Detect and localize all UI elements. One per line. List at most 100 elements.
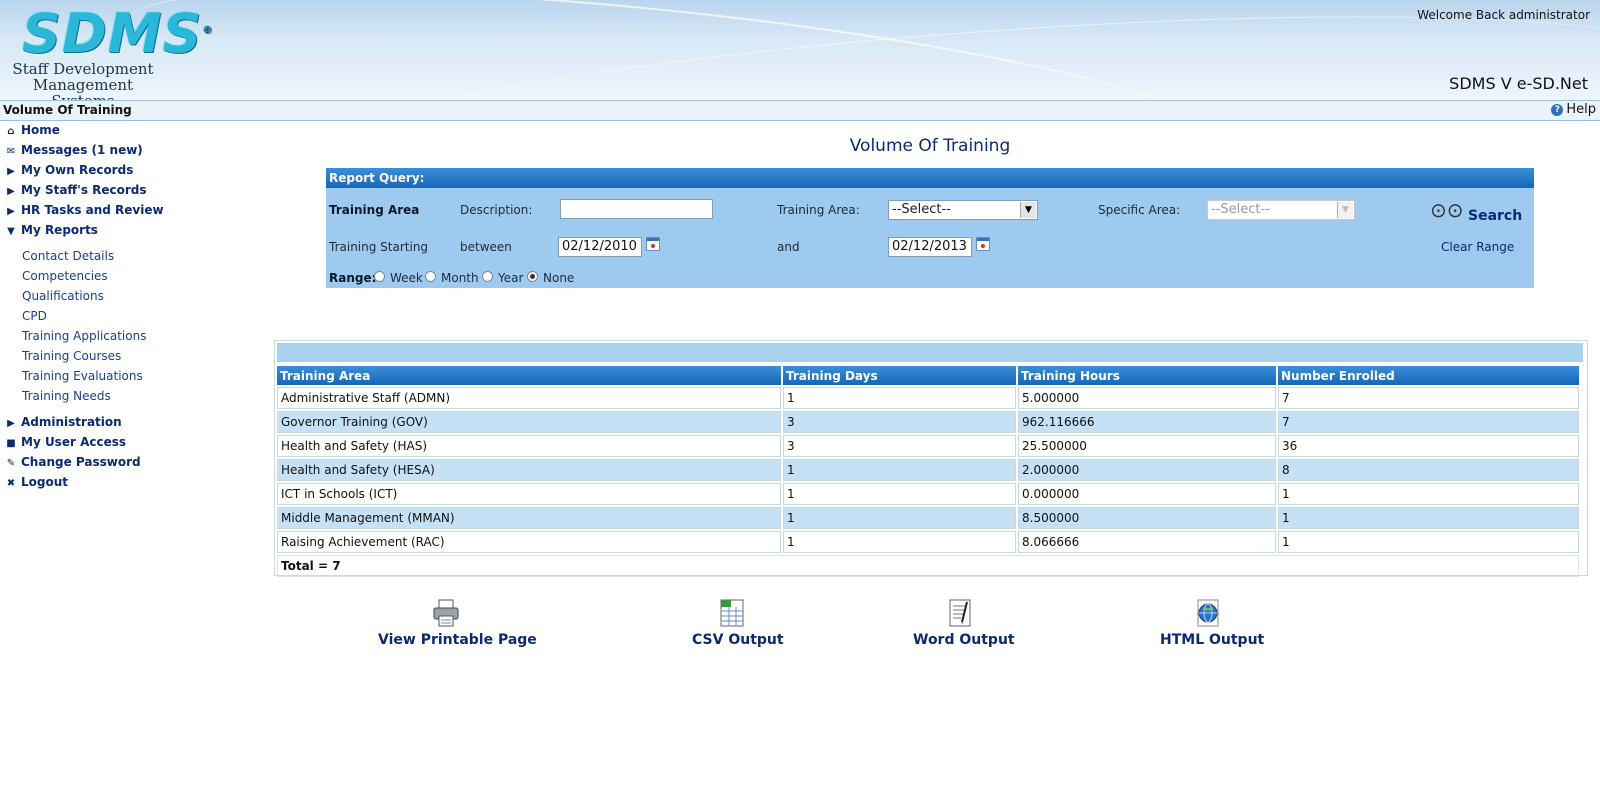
range-week-radio[interactable]	[374, 271, 385, 282]
training-area-select-value: --Select--	[892, 202, 951, 217]
sidebar-item-my-user-access[interactable]: ■ My User Access	[5, 435, 126, 453]
clear-range-link[interactable]: Clear Range	[1441, 240, 1514, 254]
sidebar-item-label: My Reports	[21, 223, 98, 237]
cell-training-hours: 8.066666	[1018, 531, 1276, 553]
column-header-training-area[interactable]: Training Area	[277, 366, 781, 385]
triangle-right-icon: ▶	[7, 186, 15, 197]
sidebar-item-label: My Staff's Records	[21, 183, 147, 197]
sidebar-item-logout[interactable]: ✖ Logout	[5, 475, 68, 493]
html-output-button[interactable]: HTML Output	[1160, 598, 1264, 648]
end-date-input[interactable]: 02/12/2013	[888, 237, 972, 257]
logo-subtitle-line1: Staff Development	[12, 60, 154, 78]
logo-text: SDMS	[22, 2, 203, 65]
word-output-button[interactable]: Word Output	[913, 598, 1015, 648]
results-table: Training Area Training Days Training Hou…	[275, 364, 1581, 579]
sidebar-subitem-training-applications[interactable]: Training Applications	[22, 329, 146, 343]
cell-training-days: 1	[783, 531, 1016, 553]
sidebar-subitem-training-courses[interactable]: Training Courses	[22, 349, 121, 363]
cell-training-area: ICT in Schools (ICT)	[277, 483, 781, 505]
output-label: View Printable Page	[378, 632, 537, 648]
pen-icon: ✎	[6, 458, 16, 469]
cell-training-days: 1	[783, 387, 1016, 409]
table-total: Total = 7	[277, 555, 1579, 577]
page-breadcrumb-title: Volume Of Training	[3, 103, 132, 117]
help-label: Help	[1566, 102, 1596, 117]
sidebar-item-my-own-records[interactable]: ▶ My Own Records	[5, 163, 133, 181]
between-label: between	[460, 240, 512, 254]
app-header: SDMS® Staff Development Management Syste…	[0, 0, 1600, 100]
sidebar-item-my-reports[interactable]: ▼ My Reports	[5, 223, 98, 241]
calendar-icon[interactable]	[976, 237, 990, 251]
sidebar-subitem-cpd[interactable]: CPD	[22, 309, 47, 323]
cell-training-area: Health and Safety (HAS)	[277, 435, 781, 457]
table-row: Health and Safety (HAS) 3 25.500000 36	[277, 435, 1579, 457]
sidebar-subitem-competencies[interactable]: Competencies	[22, 269, 108, 283]
globe-icon	[1197, 599, 1219, 627]
calendar-icon[interactable]	[646, 237, 660, 251]
range-month-radio[interactable]	[425, 271, 436, 282]
range-none-radio[interactable]	[527, 271, 538, 282]
page-title: Volume Of Training	[849, 136, 1011, 156]
training-area-label: Training Area:	[777, 203, 860, 217]
sidebar-item-label: Administration	[21, 415, 122, 429]
triangle-right-icon: ▶	[7, 166, 15, 177]
sidebar-item-label: My Own Records	[21, 163, 134, 177]
cell-training-days: 3	[783, 435, 1016, 457]
training-area-select[interactable]: --Select-- ▼	[888, 200, 1038, 220]
sidebar-subitem-training-evaluations[interactable]: Training Evaluations	[22, 369, 143, 383]
table-row: Health and Safety (HESA) 1 2.000000 8	[277, 459, 1579, 481]
specific-area-select[interactable]: --Select-- ▼	[1207, 200, 1355, 220]
specific-area-select-value: --Select--	[1211, 202, 1270, 217]
cell-training-days: 1	[783, 459, 1016, 481]
triangle-right-icon: ▶	[7, 418, 15, 429]
table-row: Governor Training (GOV) 3 962.116666 7	[277, 411, 1579, 433]
binoculars-icon: ⊙⊙	[1430, 198, 1464, 222]
cell-training-hours: 2.000000	[1018, 459, 1276, 481]
output-label: HTML Output	[1160, 632, 1265, 648]
report-query-panel: Report Query:	[326, 168, 1534, 288]
sidebar-item-messages[interactable]: ✉ Messages (1 new)	[5, 143, 143, 161]
title-bar: Volume Of Training ? Help	[0, 100, 1600, 121]
column-header-training-hours[interactable]: Training Hours	[1018, 366, 1276, 385]
cell-training-hours: 5.000000	[1018, 387, 1276, 409]
cell-training-area: Governor Training (GOV)	[277, 411, 781, 433]
triangle-right-icon: ▶	[7, 206, 15, 217]
search-button[interactable]: ⊙⊙ Search	[1430, 198, 1522, 224]
sidebar-subitem-contact-details[interactable]: Contact Details	[22, 249, 114, 263]
help-link[interactable]: ? Help	[1551, 102, 1596, 117]
sidebar-item-label: Logout	[21, 475, 69, 489]
csv-output-button[interactable]: CSV Output	[692, 598, 792, 648]
range-year-radio[interactable]	[482, 271, 493, 282]
sidebar-item-label: Change Password	[21, 455, 141, 469]
envelope-icon: ✉	[6, 146, 16, 157]
cell-training-area: Administrative Staff (ADMN)	[277, 387, 781, 409]
sidebar-item-home[interactable]: ⌂ Home	[5, 123, 60, 141]
sidebar-item-change-password[interactable]: ✎ Change Password	[5, 455, 141, 473]
sdms-logo: SDMS®	[22, 2, 213, 65]
range-none-label: None	[543, 271, 575, 285]
column-header-training-days[interactable]: Training Days	[783, 366, 1016, 385]
cell-training-hours: 962.116666	[1018, 411, 1276, 433]
sidebar-item-my-staffs-records[interactable]: ▶ My Staff's Records	[5, 183, 147, 201]
column-header-number-enrolled[interactable]: Number Enrolled	[1278, 366, 1579, 385]
triangle-down-icon: ▼	[7, 226, 15, 237]
start-date-input[interactable]: 02/12/2010	[558, 237, 642, 257]
cell-training-hours: 8.500000	[1018, 507, 1276, 529]
cell-training-days: 3	[783, 411, 1016, 433]
description-input[interactable]	[560, 199, 713, 219]
view-printable-page-button[interactable]: View Printable Page	[378, 598, 537, 648]
sidebar-item-hr-tasks[interactable]: ▶ HR Tasks and Review	[5, 203, 163, 221]
sidebar-subitem-training-needs[interactable]: Training Needs	[22, 389, 111, 403]
chevron-down-icon: ▼	[1337, 202, 1353, 218]
cell-training-hours: 0.000000	[1018, 483, 1276, 505]
table-row: Middle Management (MMAN) 1 8.500000 1	[277, 507, 1579, 529]
sidebar-subitem-qualifications[interactable]: Qualifications	[22, 289, 104, 303]
cell-number-enrolled: 7	[1278, 387, 1579, 409]
document-icon	[949, 599, 971, 627]
sidebar-item-label: Home	[21, 123, 60, 137]
range-month-label: Month	[441, 271, 479, 285]
range-year-label: Year	[498, 271, 524, 285]
sidebar-item-administration[interactable]: ▶ Administration	[5, 415, 122, 433]
cell-training-area: Middle Management (MMAN)	[277, 507, 781, 529]
printer-icon	[433, 599, 459, 627]
